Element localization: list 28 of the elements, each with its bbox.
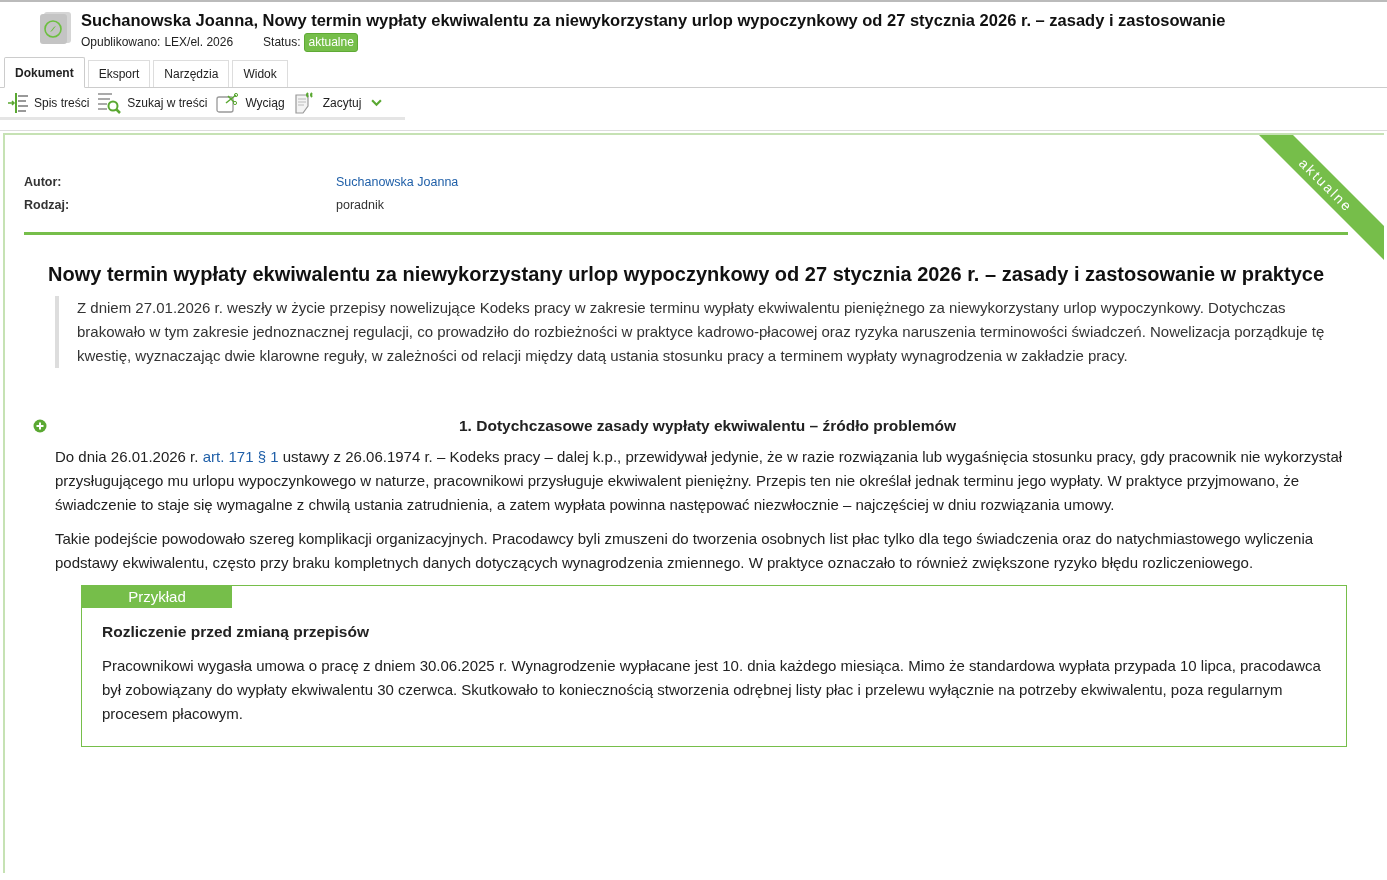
document-icon <box>38 11 72 45</box>
expand-icon[interactable] <box>33 418 47 433</box>
scissors-icon <box>216 91 241 114</box>
example-title: Rozliczenie przed zmianą przepisów <box>102 622 370 643</box>
law-link[interactable]: art. 171 § 1 <box>202 448 279 466</box>
example-tag: Przykład <box>82 586 232 609</box>
section-heading: 1. Dotychczasowe zasady wypłaty ekwiwalentu – źródło problemów <box>458 416 957 436</box>
status-badge: aktualne <box>304 32 358 52</box>
body-paragraph: Takie podejście powodowało szereg komplikacji organizacyjnych. Pracodawcy byli zmuszeni do tworzenia osobnych list płac tylko dla tego świadczenia oraz do natychmiastowego wyliczenia podstawy ekwiwalentu, często przy braku kompletnych danych dotyczących wynagrodzenia zmiennego. W praktyce oznaczało to również zwiększone ryzyko błędu rozliczeniowego. <box>55 529 1315 574</box>
author-link[interactable]: Suchanowska Joanna <box>336 173 459 191</box>
status-label: Status: <box>263 34 301 51</box>
tab[interactable]: Widok <box>232 60 288 87</box>
table-of-contents-icon <box>7 91 29 114</box>
tab[interactable]: Eksport <box>87 60 151 87</box>
published-value: LEX/el. 2026 <box>164 34 234 51</box>
meta-value: poradnik <box>336 197 384 214</box>
published-label: Opublikowano: <box>81 34 161 51</box>
example-text: Pracownikowi wygasła umowa o pracę z dniem 30.06.2025 r. Wynagrodzenie wypłacane jest 10. dnia każdego miesiąca. Mimo że standardowa wypłata przypada 10 lipca, pracodawca był zobowiązany do wypłaty ekwiwalentu 30 czerwca. Skutkowało to koniecznością stworzenia odrębnej listy płac i przelewu wyłącznie na potrzeby ekwiwalentu, poza regularnym procesem płacowym. <box>102 655 1322 724</box>
search-icon <box>98 91 123 114</box>
document-title: Suchanowska Joanna, Nowy termin wypłaty ekwiwalentu za niewykorzystany urlop wypoczynkowy od 27 stycznia 2026 r. – zasady i zastosowanie <box>81 10 1226 31</box>
lead-paragraph: Z dniem 27.01.2026 r. weszły w życie przepisy nowelizujące Kodeks pracy w zakresie terminu wypłaty ekwiwalentu pieniężnego za niewykorzystany urlop wypoczynkowy. Dotychczas brakowało w tym zakresie jednoznacznej regulacji, co prowadziło do rozbieżności w praktyce kadrowo-płacowej oraz ryzyka naruszenia terminowości świadczeń. Nowelizacja porządkuje tę kwestię, wyznaczając dwie klarowne reguły, w zależności od relacji między datą ustania stosunku pracy a terminem wypłaty wynagrodzenia w zakładzie pracy. <box>77 298 1326 366</box>
meta-label: Rodzaj: <box>24 197 71 214</box>
document-heading: Nowy termin wypłaty ekwiwalentu za niewykorzystany urlop wypoczynkowy od 27 stycznia 2026 r. – zasady i zastosowanie w praktyce <box>47 262 1325 287</box>
tab[interactable]: Narzędzia <box>153 60 230 87</box>
meta-label: Autor: <box>24 174 63 191</box>
dropdown-caret-icon[interactable] <box>371 97 383 108</box>
tab[interactable]: Dokument <box>4 57 85 88</box>
body-paragraph: Do dnia 26.01.2026 r. art. 171 § 1 ustawy z 26.06.1974 r. – Kodeks pracy – dalej k.p., przewidywał jedynie, że w razie rozwiązania lub wygaśnięcia stosunku pracy, gdy pracownik nie wykorzystał przysługującego mu urlopu wypoczynkowego w naturze, pracownikowi przysługuje ekwiwalent pieniężny. Przepis ten nie określał jednak terminu jego wypłaty. W praktyce przyjmowano, że świadczenie to staje się wymagalne z chwilą ustania zatrudnienia, a zatem wypłata powinna następować niezwłocznie – najczęściej w dniu rozwiązania umowy. <box>55 447 1344 516</box>
